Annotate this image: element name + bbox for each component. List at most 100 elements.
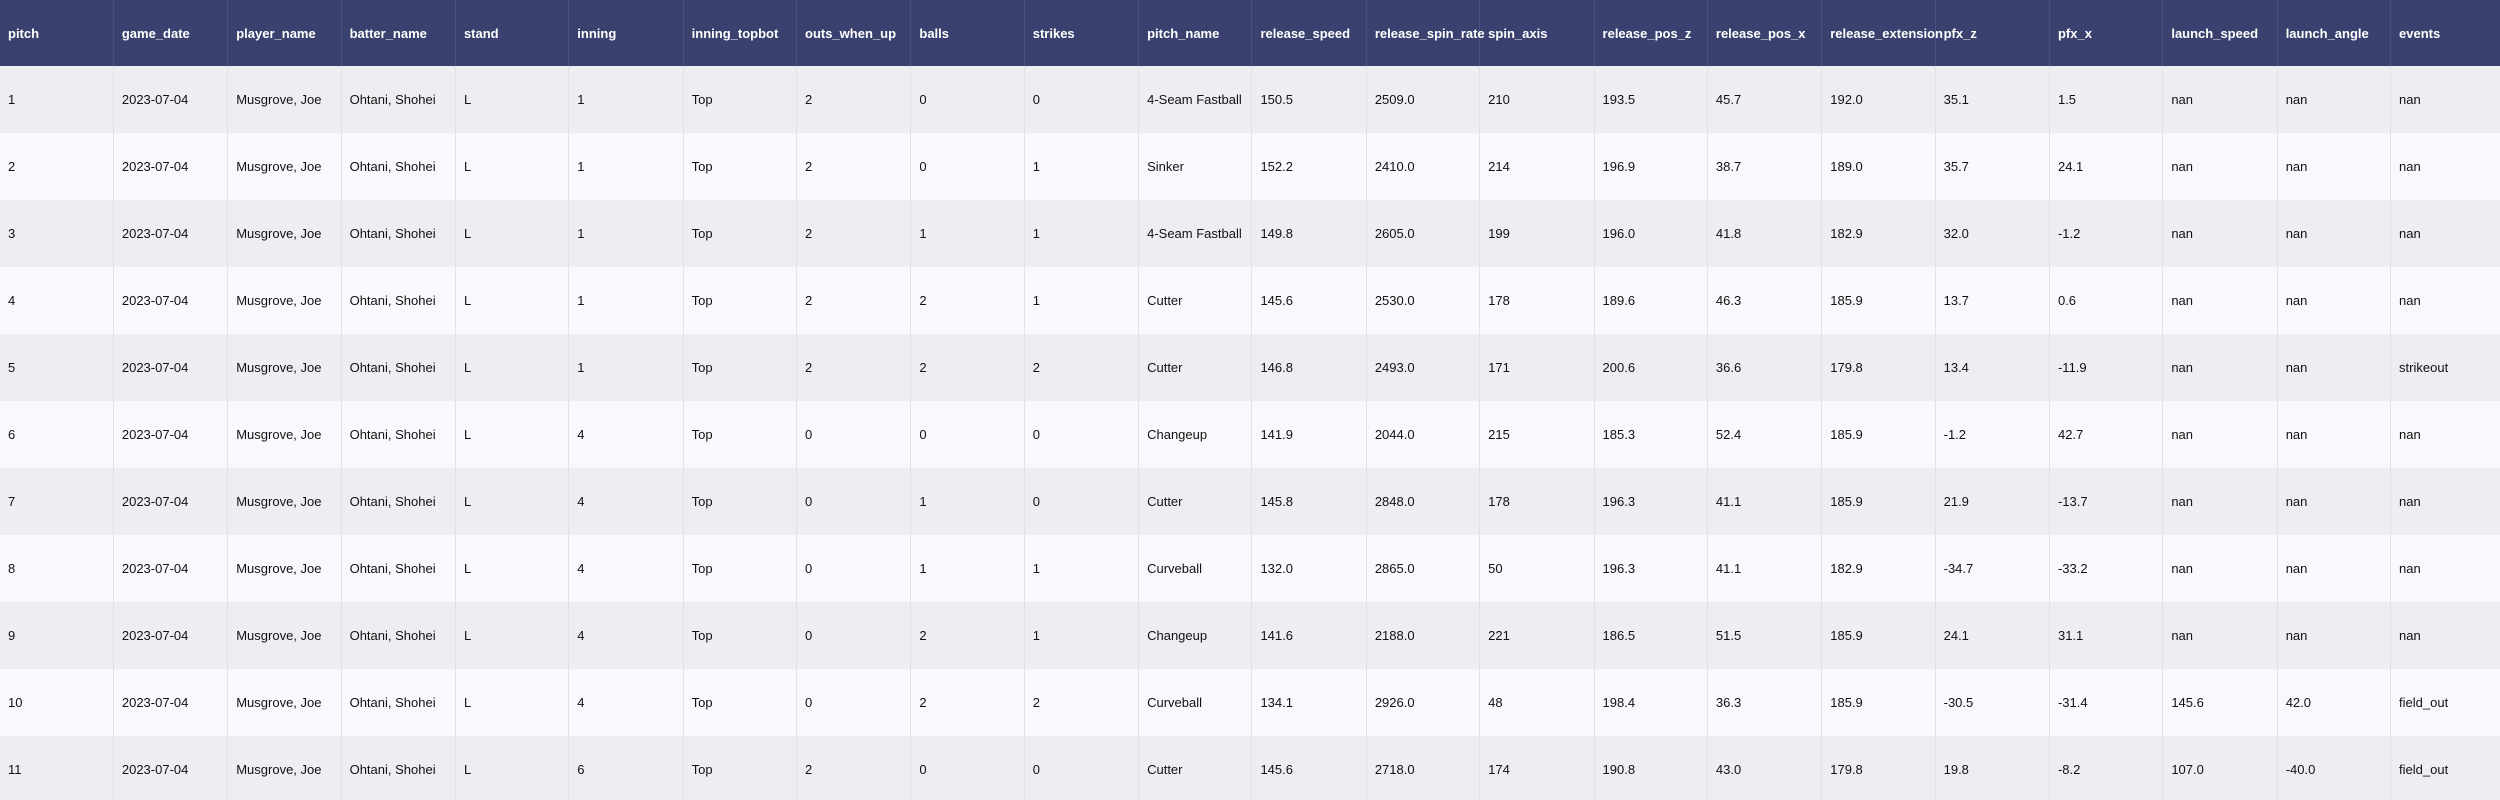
table-cell-pfx-z: 32.0: [1935, 200, 2050, 267]
table-cell-strikes: 1: [1024, 602, 1140, 669]
table-cell-pfx-z: 24.1: [1935, 602, 2050, 669]
table-cell-game-date: 2023-07-04: [113, 602, 229, 669]
column-header-pitch[interactable]: pitch: [0, 0, 114, 66]
column-header-strikes[interactable]: strikes: [1024, 0, 1140, 66]
table-body: 1 2023-07-04 Musgrove, Joe Ohtani, Shohei L 1…: [0, 66, 2500, 800]
column-header-inning-topbot[interactable]: inning_topbot: [683, 0, 798, 66]
table-row: 7 2023-07-04 Musgrove, Joe Ohtani, Shohei L 4…: [0, 468, 2500, 535]
column-header-game-date[interactable]: game_date: [113, 0, 229, 66]
column-header-outs-when-up[interactable]: outs_when_up: [796, 0, 912, 66]
table-row: 9 2023-07-04 Musgrove, Joe Ohtani, Shohei L 4…: [0, 602, 2500, 669]
column-header-events[interactable]: events: [2391, 0, 2500, 66]
table-cell-strikes: 0: [1024, 736, 1140, 800]
table-cell-release-pos-z: 185.3: [1594, 401, 1708, 468]
column-header-release-extension[interactable]: release_extension: [1821, 0, 1943, 66]
table-cell-batter-name: Ohtani, Shohei: [341, 602, 456, 669]
table-cell-release-pos-x: 43.0: [1707, 736, 1823, 800]
table-cell-inning: 4: [568, 468, 684, 535]
table-cell-pitch: 2: [0, 133, 114, 200]
table-cell-launch-speed: nan: [2162, 401, 2278, 468]
table-cell-release-speed: 141.9: [1251, 401, 1367, 468]
column-header-release-speed[interactable]: release_speed: [1251, 0, 1367, 66]
table-cell-player-name: Musgrove, Joe: [227, 736, 342, 800]
table-row: 6 2023-07-04 Musgrove, Joe Ohtani, Shohei L 4…: [0, 401, 2500, 468]
table-cell-pitch-name: Changeup: [1138, 401, 1253, 468]
table-cell-balls: 1: [910, 200, 1025, 267]
table-cell-pitch: 1: [0, 66, 114, 133]
table-cell-release-extension: 179.8: [1821, 736, 1936, 800]
table-cell-events: field_out: [2399, 762, 2449, 777]
table-cell-batter-name: Ohtani, Shohei: [341, 133, 456, 200]
table-cell-player-name: Musgrove, Joe: [227, 669, 342, 736]
table-cell-inning-topbot: Top: [683, 736, 798, 800]
table-cell-launch-speed: nan: [2162, 200, 2278, 267]
table-cell-release-pos-x: 46.3: [1707, 267, 1823, 334]
table-cell-release-pos-x: 36.6: [1707, 334, 1823, 401]
table-cell-release-extension: 185.9: [1821, 669, 1936, 736]
table-cell-pfx-x: -8.2: [2049, 736, 2164, 800]
table-cell-release-extension: 185.9: [1821, 401, 1936, 468]
table-cell-launch-speed: nan: [2162, 535, 2278, 602]
table-cell-inning: 4: [568, 602, 684, 669]
table-cell-pitch-name: Cutter: [1138, 267, 1253, 334]
table-cell-launch-speed: nan: [2162, 602, 2278, 669]
table-cell-pitch-name: Curveball: [1138, 669, 1253, 736]
column-header-pitch-name[interactable]: pitch_name: [1138, 0, 1253, 66]
column-header-release-spin-rate[interactable]: release_spin_rate: [1366, 0, 1485, 66]
column-header-stand[interactable]: stand: [455, 0, 570, 66]
table-cell-inning: 4: [568, 669, 684, 736]
table-cell-pfx-x: 1.5: [2049, 66, 2164, 133]
column-header-batter-name[interactable]: batter_name: [341, 0, 456, 66]
table-cell-inning: 4: [568, 535, 684, 602]
table-row: 5 2023-07-04 Musgrove, Joe Ohtani, Shohei L 1…: [0, 334, 2500, 401]
table-cell-pitch-name: Cutter: [1138, 468, 1253, 535]
column-header-launch-speed[interactable]: launch_speed: [2162, 0, 2278, 66]
table-cell-pfx-z: 13.7: [1935, 267, 2050, 334]
table-cell-events: nan: [2399, 561, 2421, 576]
table-cell-outs-when-up: 0: [796, 602, 912, 669]
column-header-player-name[interactable]: player_name: [227, 0, 342, 66]
table-cell-pfx-z: -34.7: [1935, 535, 2050, 602]
table-cell-release-spin-rate: 2718.0: [1366, 736, 1481, 800]
table-cell-outs-when-up: 2: [796, 200, 912, 267]
table-cell-strikes: 1: [1024, 267, 1140, 334]
table-cell-spin-axis: 178: [1479, 468, 1595, 535]
table-cell-batter-name: Ohtani, Shohei: [341, 334, 456, 401]
table-cell-outs-when-up: 0: [796, 669, 912, 736]
table-cell-launch-speed: 145.6: [2162, 669, 2278, 736]
table-cell-stand: L: [455, 133, 570, 200]
table-cell-release-extension: 179.8: [1821, 334, 1936, 401]
table-cell-strikes: 0: [1024, 401, 1140, 468]
column-header-pfx-x[interactable]: pfx_x: [2049, 0, 2164, 66]
column-header-balls[interactable]: balls: [910, 0, 1025, 66]
table-cell-outs-when-up: 2: [796, 66, 912, 133]
column-header-pfx-z[interactable]: pfx_z: [1935, 0, 2050, 66]
table-cell-pitch: 11: [0, 736, 114, 800]
table-cell-game-date: 2023-07-04: [113, 267, 229, 334]
column-header-release-pos-z[interactable]: release_pos_z: [1594, 0, 1708, 66]
table-cell-release-speed: 146.8: [1251, 334, 1367, 401]
column-header-spin-axis[interactable]: spin_axis: [1479, 0, 1595, 66]
table-cell-batter-name: Ohtani, Shohei: [341, 736, 456, 800]
table-cell-pitch: 6: [0, 401, 114, 468]
column-header-inning[interactable]: inning: [568, 0, 684, 66]
table-cell-stand: L: [455, 468, 570, 535]
table-cell-player-name: Musgrove, Joe: [227, 468, 342, 535]
table-cell-release-speed: 145.6: [1251, 267, 1367, 334]
column-header-release-pos-x[interactable]: release_pos_x: [1707, 0, 1823, 66]
table-cell-pfx-z: 13.4: [1935, 334, 2050, 401]
table-cell-launch-speed: nan: [2162, 334, 2278, 401]
table-cell-release-pos-x: 51.5: [1707, 602, 1823, 669]
table-cell-release-speed: 141.6: [1251, 602, 1367, 669]
table-cell-game-date: 2023-07-04: [113, 736, 229, 800]
table-cell-release-speed: 145.6: [1251, 736, 1367, 800]
column-header-launch-angle[interactable]: launch_angle: [2277, 0, 2392, 66]
table-cell-release-pos-z: 200.6: [1594, 334, 1708, 401]
table-row: 10 2023-07-04 Musgrove, Joe Ohtani, Shohei L…: [0, 669, 2500, 736]
table-cell-strikes: 2: [1024, 334, 1140, 401]
table-cell-pfx-z: -1.2: [1935, 401, 2050, 468]
table-cell-release-pos-z: 198.4: [1594, 669, 1708, 736]
table-cell-release-pos-x: 45.7: [1707, 66, 1823, 133]
table-cell-release-spin-rate: 2188.0: [1366, 602, 1481, 669]
table-cell-launch-angle: nan: [2277, 133, 2392, 200]
